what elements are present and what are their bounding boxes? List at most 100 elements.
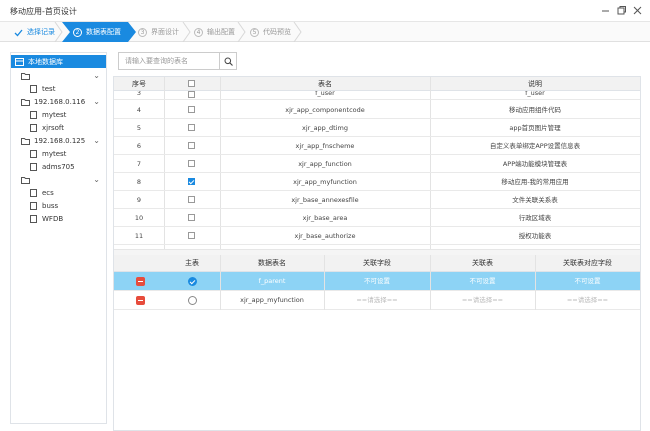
cell-data-table: f_parent (258, 277, 286, 285)
cell-table-name: xjr_base_area (302, 214, 348, 222)
col-header-action (114, 255, 164, 272)
table-row[interactable]: 8 xjr_app_myfunction 移动应用-我的常用应用 (114, 173, 640, 191)
cell-no: 4 (136, 106, 142, 114)
tree-db-item[interactable]: test (11, 82, 106, 95)
cell-table-name: f_user (315, 91, 335, 97)
rel-table-field-select[interactable]: ==请选择== (535, 291, 640, 310)
relation-row[interactable]: xjr_app_myfunction ==请选择== ==请选择== ==请选择… (114, 291, 640, 310)
row-checkbox[interactable] (188, 106, 195, 113)
tree-folder[interactable]: 192.168.0.125 ⌄ (11, 134, 106, 147)
cell-description: f_user (525, 91, 545, 97)
delete-icon[interactable] (136, 277, 145, 286)
search-button[interactable] (219, 53, 236, 69)
cell-rel-table-field: 不可设置 (574, 277, 601, 285)
folder-icon (21, 72, 30, 80)
cell-table-name: xjr_app_fnscheme (295, 142, 355, 150)
check-icon (14, 28, 23, 37)
tree-node-label: mytest (42, 110, 67, 119)
col-header-rel-table: 关联表 (472, 259, 493, 267)
step-label: 数据表配置 (86, 28, 121, 36)
main-table-radio-checked[interactable] (188, 277, 197, 286)
rel-field-select[interactable]: ==请选择== (324, 291, 430, 310)
table-row[interactable]: 5 xjr_app_dtimg app首页图片管理 (114, 119, 640, 137)
step-ui-design[interactable]: 3 界面设计 (138, 22, 179, 42)
row-checkbox[interactable] (188, 214, 195, 221)
table-row[interactable]: 11 xjr_base_authorize 授权功能表 (114, 227, 640, 245)
rel-table-select[interactable]: ==请选择== (430, 291, 535, 310)
tree-node-label: 192.168.0.125 (34, 136, 86, 145)
step-table-config[interactable]: 2 数据表配置 (73, 22, 121, 42)
tree-root-local-db[interactable]: 本地数据库 (11, 55, 106, 68)
minimize-icon[interactable] (600, 5, 610, 15)
cell-table-name: xjr_base_authorize (294, 232, 356, 240)
step-separator-icon (54, 22, 63, 42)
tree-db-item[interactable]: xjrsoft (11, 121, 106, 134)
delete-icon[interactable] (136, 296, 145, 305)
step-select-record[interactable]: 选择记录 (14, 22, 55, 42)
cell-description: 授权功能表 (518, 232, 552, 240)
tree-folder[interactable]: ⌄ (11, 69, 106, 82)
step-label: 输出配置 (207, 28, 235, 36)
folder-icon (21, 176, 30, 184)
row-checkbox[interactable] (188, 124, 195, 131)
table-row[interactable]: 4 xjr_app_componentcode 移动应用组件代码 (114, 101, 640, 119)
tree-db-item[interactable]: ecs (11, 186, 106, 199)
chevron-down-icon[interactable]: ⌄ (93, 136, 100, 145)
row-checkbox[interactable] (188, 196, 195, 203)
cell-table-name: xjr_app_dtimg (302, 124, 348, 132)
cell-table-name: xjr_app_myfunction (293, 178, 357, 186)
step-separator-icon (182, 22, 191, 42)
cell-description: 移动应用-我的常用应用 (501, 178, 569, 186)
col-header-table-name: 表名 (318, 80, 332, 88)
table-header-row: 序号 表名 说明 (114, 77, 640, 91)
step-number: 3 (138, 27, 147, 37)
table-row[interactable]: 10 xjr_base_area 行政区域表 (114, 209, 640, 227)
close-icon[interactable] (632, 5, 642, 15)
row-checkbox-checked[interactable] (188, 178, 195, 185)
cell-no: 8 (136, 178, 142, 186)
col-header-select[interactable] (164, 77, 220, 91)
step-code-preview[interactable]: 5 代码预览 (250, 22, 291, 42)
row-checkbox[interactable] (188, 91, 195, 98)
table-search-input[interactable] (119, 53, 219, 69)
cell-description: APP端功能模块管理表 (502, 160, 568, 168)
tree-db-item[interactable]: adms705 (11, 160, 106, 173)
tree-db-item[interactable]: WFDB (11, 212, 106, 225)
table-file-icon (30, 162, 37, 171)
cell-no: 9 (136, 196, 142, 204)
step-number: 2 (73, 27, 82, 37)
cell-no: 6 (136, 142, 142, 150)
tree-db-item[interactable]: mytest (11, 108, 106, 121)
table-row[interactable]: 6 xjr_app_fnscheme 自定义表单绑定APP设置信息表 (114, 137, 640, 155)
row-checkbox[interactable] (188, 142, 195, 149)
relation-row[interactable]: f_parent 不可设置 不可设置 不可设置 (114, 272, 640, 291)
chevron-down-icon[interactable]: ⌄ (93, 97, 100, 106)
table-row[interactable]: 3 f_user f_user (114, 91, 640, 100)
select-all-checkbox[interactable] (188, 80, 195, 87)
table-row[interactable]: 9 xjr_base_annexesfile 文件关联关系表 (114, 191, 640, 209)
tree-node-label: 本地数据库 (28, 57, 63, 66)
table-file-icon (30, 110, 37, 119)
tree-db-item[interactable]: buss (11, 199, 106, 212)
chevron-down-icon[interactable]: ⌄ (93, 175, 100, 184)
table-file-icon (30, 201, 37, 210)
restore-icon[interactable] (616, 5, 626, 15)
table-file-icon (30, 188, 37, 197)
row-checkbox[interactable] (188, 160, 195, 167)
col-header-rel-field: 关联字段 (363, 259, 391, 267)
main-table-radio[interactable] (188, 296, 197, 305)
tree-db-item[interactable]: mytest (11, 147, 106, 160)
chevron-down-icon[interactable]: ⌄ (93, 71, 100, 80)
tree-node-label: ecs (42, 188, 54, 197)
table-file-icon (30, 84, 37, 93)
cell-no: 5 (136, 124, 142, 132)
tree-folder[interactable]: 192.168.0.116 ⌄ (11, 95, 106, 108)
row-checkbox[interactable] (188, 232, 195, 239)
table-file-icon (30, 214, 37, 223)
table-row[interactable]: 7 xjr_app_function APP端功能模块管理表 (114, 155, 640, 173)
cell-no: 11 (134, 232, 144, 240)
table-panel: 序号 表名 说明 3 f_user f_user 4 xjr_app_compo… (113, 76, 641, 431)
cell-description: 自定义表单绑定APP设置信息表 (489, 142, 581, 150)
tree-folder[interactable]: ⌄ (11, 173, 106, 186)
step-output-config[interactable]: 4 输出配置 (194, 22, 235, 42)
